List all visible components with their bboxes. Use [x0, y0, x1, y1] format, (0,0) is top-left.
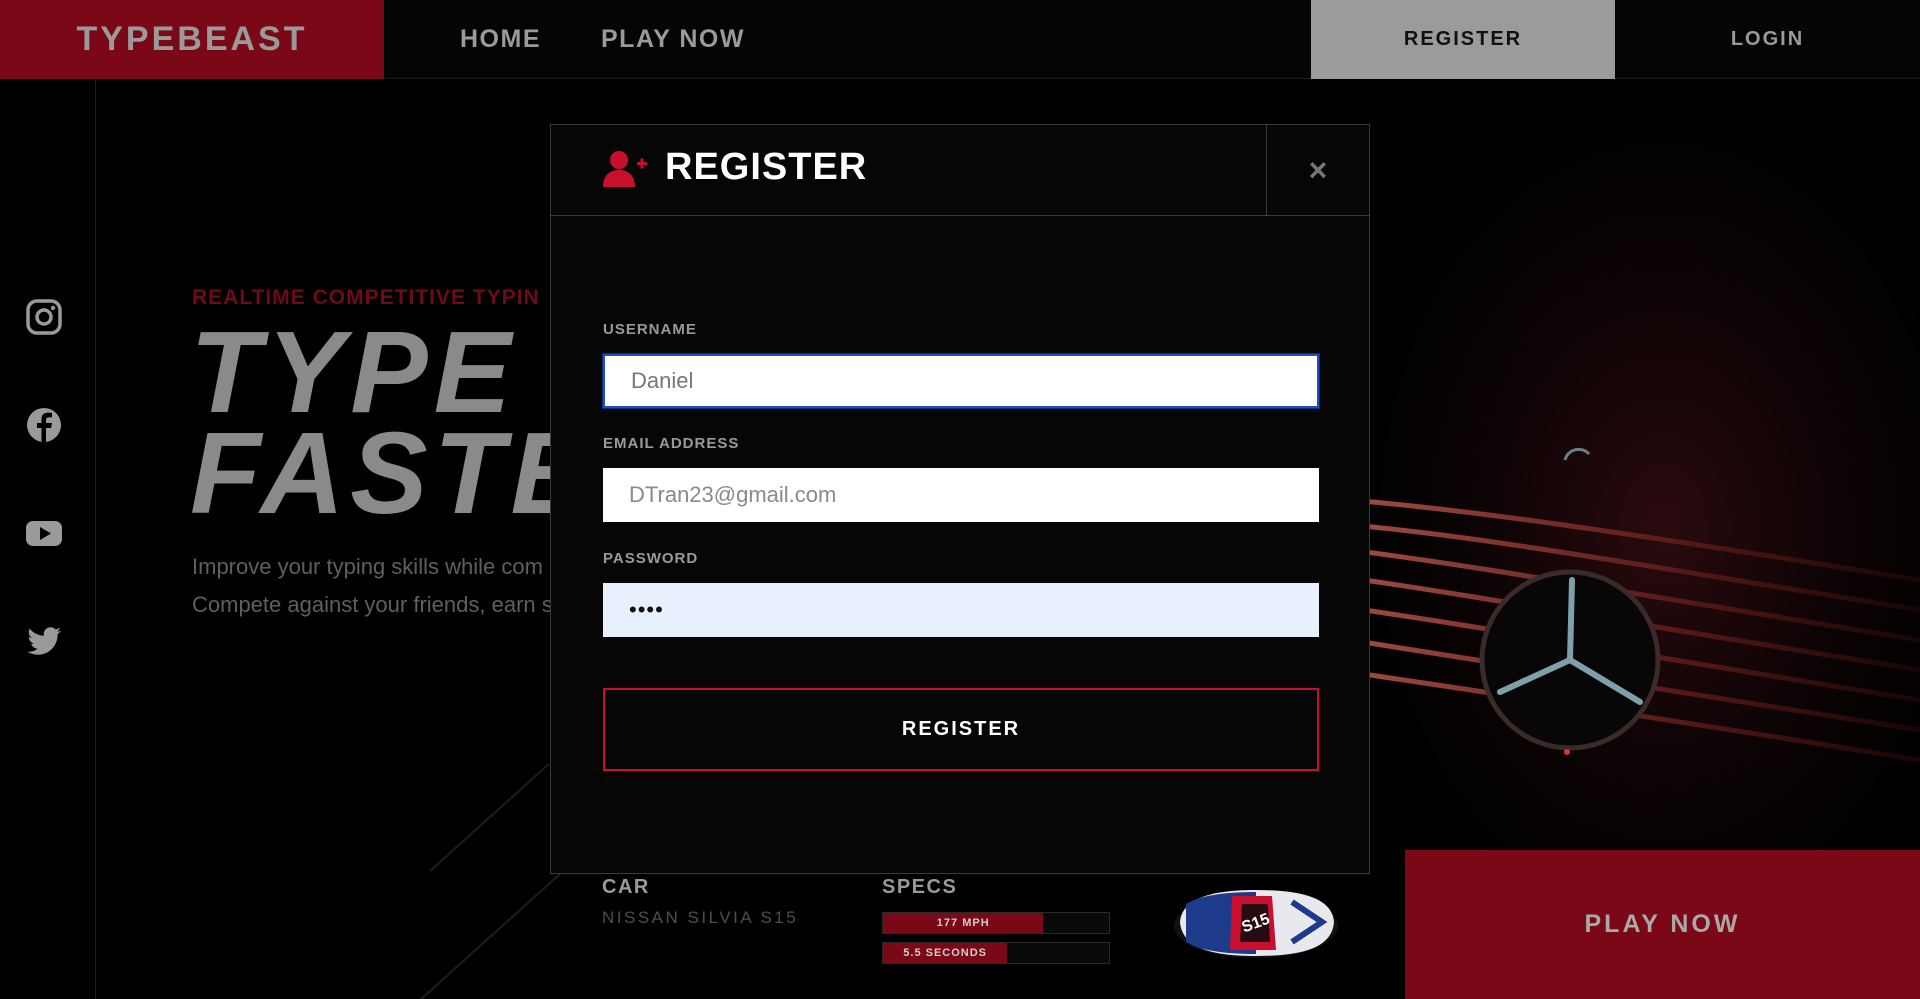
youtube-icon[interactable] — [25, 514, 63, 552]
instagram-icon[interactable] — [25, 298, 63, 336]
car-hero-image — [1350, 80, 1920, 850]
password-input[interactable] — [603, 583, 1319, 637]
spec-accel-bar: 5.5 SECONDS — [882, 942, 1110, 964]
spec-speed-fill: 177 MPH — [883, 913, 1044, 933]
play-now-button[interactable]: PLAY NOW — [1405, 850, 1920, 999]
email-label: EMAIL ADDRESS — [603, 435, 740, 452]
logo-text: TYPEBEAST — [76, 20, 308, 58]
decor-line — [429, 763, 550, 872]
spec-speed-bar: 177 MPH — [882, 912, 1110, 934]
modal-header: REGISTER × — [551, 125, 1369, 216]
username-label: USERNAME — [603, 321, 697, 338]
car-name: NISSAN SILVIA S15 — [602, 908, 799, 927]
nav-login-button[interactable]: LOGIN — [1615, 0, 1920, 79]
twitter-icon[interactable] — [25, 622, 63, 660]
user-plus-icon — [603, 149, 647, 189]
nav-play-now-link[interactable]: PLAY NOW — [601, 0, 745, 79]
logo[interactable]: TYPEBEAST — [0, 0, 384, 79]
social-sidebar — [0, 80, 96, 999]
username-input[interactable] — [603, 354, 1319, 408]
nav-home-link[interactable]: HOME — [460, 0, 541, 79]
top-navbar: TYPEBEAST HOME PLAY NOW REGISTER LOGIN — [0, 0, 1920, 79]
close-icon[interactable]: × — [1266, 125, 1369, 216]
modal-title: REGISTER — [665, 146, 868, 188]
password-label: PASSWORD — [603, 550, 699, 567]
race-car-image: S15 — [1172, 882, 1340, 962]
hero-title-line2: FASTE — [190, 408, 594, 538]
register-modal: REGISTER × USERNAME EMAIL ADDRESS PASSWO… — [550, 124, 1370, 874]
decor-line — [419, 865, 570, 999]
nav-register-button[interactable]: REGISTER — [1311, 0, 1615, 79]
register-submit-button[interactable]: REGISTER — [603, 688, 1319, 771]
spec-accel-fill: 5.5 SECONDS — [883, 943, 1008, 963]
facebook-icon[interactable] — [25, 406, 63, 444]
specs-label: SPECS — [882, 876, 958, 898]
email-input[interactable] — [603, 468, 1319, 522]
car-label: CAR — [602, 876, 650, 898]
